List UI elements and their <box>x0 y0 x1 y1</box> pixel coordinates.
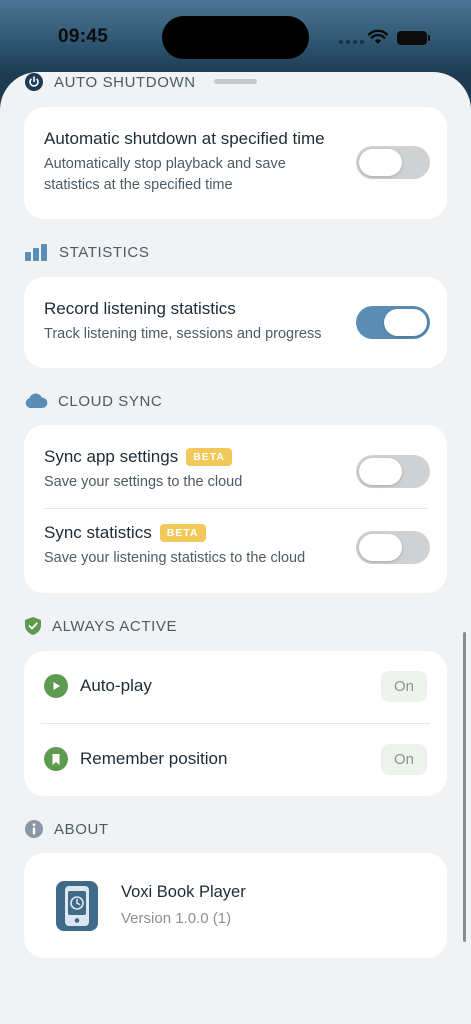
sync-settings-toggle[interactable] <box>356 455 430 488</box>
section-header-cloud-sync: CLOUD SYNC <box>24 391 162 411</box>
section-title: STATISTICS <box>59 243 150 261</box>
status-bar: 09:45 <box>0 0 471 75</box>
row-title: Sync statistics <box>44 523 152 542</box>
status-pill: On <box>381 671 427 702</box>
auto-play-row: Auto-play <box>44 666 427 706</box>
auto-shutdown-card: Automatic shutdown at specified time Aut… <box>24 107 447 219</box>
beta-badge: BETA <box>186 448 233 466</box>
section-title: AUTO SHUTDOWN <box>54 73 196 91</box>
remember-position-row: Remember position <box>44 739 427 779</box>
status-pill: On <box>381 744 427 775</box>
section-header-statistics: STATISTICS <box>24 242 149 262</box>
divider <box>44 508 427 509</box>
status-time: 09:45 <box>58 26 109 47</box>
app-version: Version 1.0.0 (1) <box>121 910 232 927</box>
sheet-grabber[interactable] <box>214 79 257 84</box>
battery-icon <box>397 31 430 45</box>
always-active-card: Auto-play On Remember position On <box>24 651 447 796</box>
cellular-signal-icon <box>339 40 364 44</box>
cloud-icon <box>24 391 48 411</box>
wifi-icon <box>368 29 388 44</box>
row-label: Auto-play <box>80 676 152 695</box>
section-title: ALWAYS ACTIVE <box>52 617 178 635</box>
section-header-auto-shutdown: AUTO SHUTDOWN <box>24 72 196 92</box>
row-title: Sync app settings <box>44 447 179 466</box>
row-label: Remember position <box>80 749 228 768</box>
beta-badge: BETA <box>159 524 206 542</box>
settings-sheet: AUTO SHUTDOWN Automatic shutdown at spec… <box>0 72 471 1024</box>
statistics-toggle[interactable] <box>356 306 430 339</box>
shield-check-icon <box>24 616 42 636</box>
statistics-card: Record listening statistics Track listen… <box>24 277 447 368</box>
divider <box>41 723 430 724</box>
app-icon <box>56 881 98 931</box>
power-icon <box>24 72 44 92</box>
section-title: ABOUT <box>54 820 109 838</box>
section-header-about: ABOUT <box>24 819 109 839</box>
auto-shutdown-toggle[interactable] <box>356 146 430 179</box>
sync-statistics-toggle[interactable] <box>356 531 430 564</box>
info-icon <box>24 819 44 839</box>
cloud-sync-card: Sync app settings BETA Save your setting… <box>24 425 447 593</box>
play-icon <box>44 674 68 698</box>
row-subtitle: Automatically stop playback and save sta… <box>44 156 286 193</box>
section-title: CLOUD SYNC <box>58 392 163 410</box>
bar-chart-icon <box>24 242 49 262</box>
scrollbar[interactable] <box>463 632 466 942</box>
bookmark-icon <box>44 747 68 771</box>
dynamic-island <box>162 16 309 59</box>
app-name: Voxi Book Player <box>121 883 246 901</box>
section-header-always-active: ALWAYS ACTIVE <box>24 616 177 636</box>
about-card: Voxi Book Player Version 1.0.0 (1) <box>24 853 447 958</box>
